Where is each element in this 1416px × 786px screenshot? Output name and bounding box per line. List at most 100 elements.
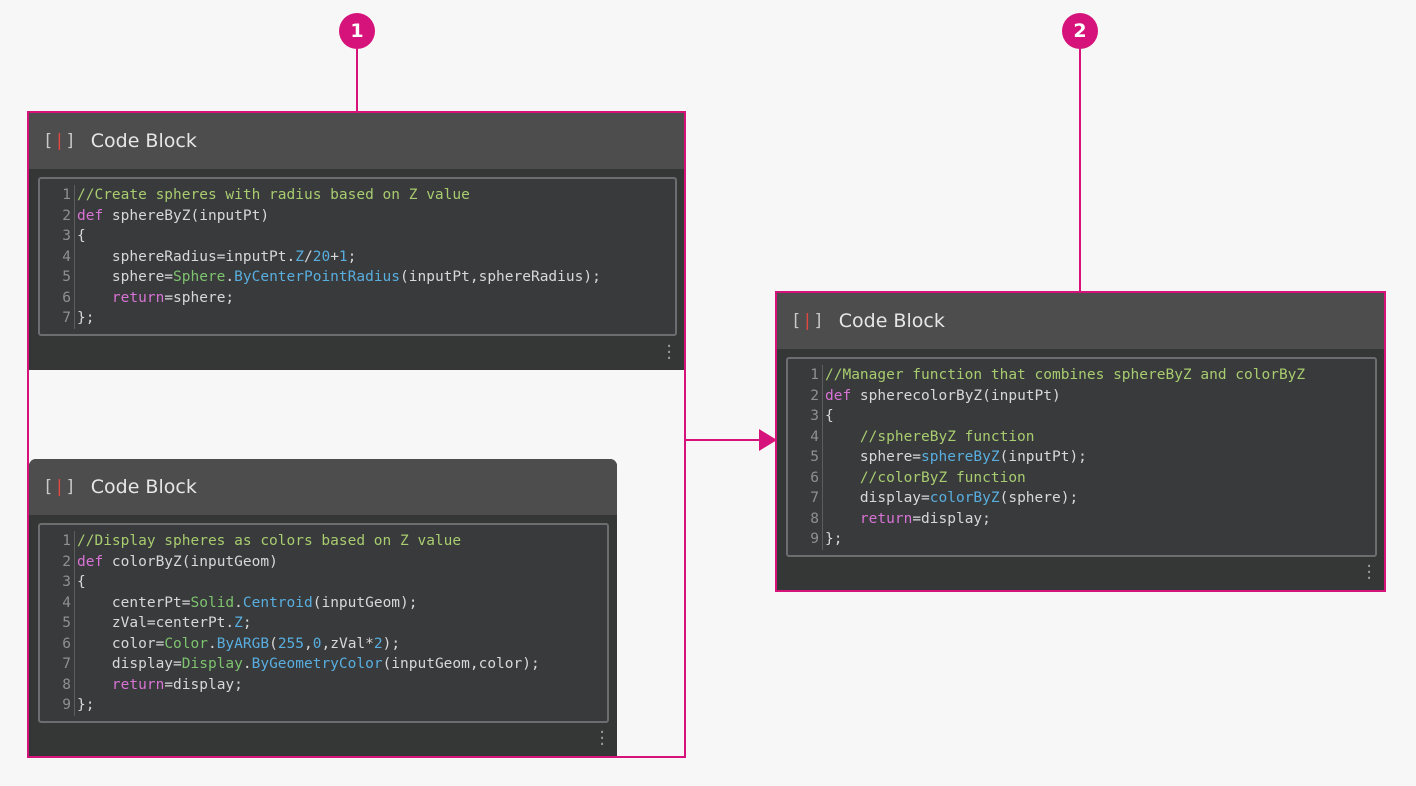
code-token-default: (inputPt); <box>999 449 1087 465</box>
line-number: 7 <box>810 490 819 506</box>
code-token-class: Color <box>164 635 208 652</box>
code-token-keyword: return <box>111 676 165 693</box>
code-line[interactable]: 9}; <box>40 695 607 716</box>
code-token-default: ,zVal* <box>321 635 374 652</box>
code-editor[interactable]: 1 //Display spheres as colors based on Z … <box>38 523 609 723</box>
gutter-divider <box>822 447 823 468</box>
code-token-number: 1 <box>338 248 348 265</box>
code-text: { <box>77 572 86 593</box>
code-text: }; <box>77 308 94 329</box>
gutter-divider <box>822 365 823 386</box>
code-block-bracket-icon: [|] <box>43 131 77 151</box>
code-line[interactable]: 7 display=Display.ByGeometryColor(inputG… <box>40 654 607 675</box>
code-token-number: 255 <box>277 635 305 652</box>
code-line[interactable]: 5 sphere=sphereByZ(inputPt); <box>788 447 1375 468</box>
code-token-method: Centroid <box>242 594 313 611</box>
code-line[interactable]: 8 return=display; <box>788 508 1375 529</box>
gutter-divider <box>74 531 75 552</box>
code-token-default: . <box>207 635 217 652</box>
code-token-default: { <box>77 228 86 244</box>
code-text: //Create spheres with radius based on Z … <box>77 185 470 206</box>
code-editor[interactable]: 1 //Create spheres with radius based on Z… <box>38 177 677 336</box>
code-line[interactable]: 6 return=sphere; <box>40 287 675 309</box>
node-header[interactable]: [|] Code Block <box>29 459 617 515</box>
callout-1-line <box>356 49 358 112</box>
line-number: 2 <box>62 207 71 224</box>
node-title: Code Block <box>90 130 197 152</box>
code-line[interactable]: 7 display=colorByZ(sphere); <box>788 488 1375 509</box>
code-token-method: ByCenterPointRadius <box>234 269 401 285</box>
code-token-method: sphereByZ <box>921 449 1000 465</box>
gutter-divider <box>74 572 75 593</box>
code-text: def spherecolorByZ(inputPt) <box>825 386 1061 407</box>
code-token-default: sphereByZ(inputPt) <box>103 207 270 224</box>
code-block-node-colorByZ[interactable]: [|] Code Block 1 //Display spheres as col… <box>29 459 617 756</box>
code-token-method: colorByZ <box>929 490 1000 506</box>
code-line[interactable]: 2 def spherecolorByZ(inputPt) <box>788 385 1375 407</box>
gutter-divider <box>74 185 75 206</box>
line-number: 9 <box>810 531 819 547</box>
code-token-default: display= <box>77 656 182 672</box>
code-token-default: / <box>303 248 313 265</box>
code-line[interactable]: 8 return=display; <box>40 674 607 695</box>
code-line[interactable]: 1 //Manager function that combines sphere… <box>788 365 1375 386</box>
code-line[interactable]: 4 centerPt=Solid.Centroid(inputGeom); <box>40 592 607 613</box>
code-line[interactable]: 9}; <box>788 529 1375 550</box>
vertical-dots-icon[interactable]: · · · <box>666 338 672 368</box>
code-line[interactable]: 5 sphere=Sphere.ByCenterPointRadius(inpu… <box>40 267 675 288</box>
code-token-default: (inputPt,sphereRadius); <box>400 269 601 285</box>
code-token-keyword: def <box>77 553 104 570</box>
callout-2: 2 <box>1062 13 1098 49</box>
code-line[interactable]: 3{ <box>40 572 607 593</box>
gutter-divider <box>74 287 75 308</box>
code-token-keyword: return <box>859 510 913 527</box>
code-line[interactable]: 5 zVal=centerPt.Z; <box>40 613 607 634</box>
code-line[interactable]: 2 def colorByZ(inputGeom) <box>40 551 607 572</box>
line-number: 8 <box>810 510 819 527</box>
gutter-divider <box>74 246 75 267</box>
gutter-divider <box>822 529 823 550</box>
code-text: return=sphere; <box>77 288 234 309</box>
line-number: 1 <box>62 187 71 203</box>
line-number: 7 <box>62 310 71 326</box>
code-line[interactable]: 3{ <box>40 226 675 247</box>
code-line[interactable]: 1 //Create spheres with radius based on Z… <box>40 185 675 206</box>
code-editor[interactable]: 1 //Manager function that combines sphere… <box>786 357 1377 557</box>
code-line[interactable]: 1 //Display spheres as colors based on Z … <box>40 531 607 552</box>
gutter-divider <box>74 633 75 654</box>
node-header[interactable]: [|] Code Block <box>29 113 684 169</box>
code-block-node-spherecolorByZ[interactable]: [|] Code Block 1 //Manager function that … <box>777 293 1384 590</box>
gutter-divider <box>822 426 823 447</box>
vertical-dots-icon[interactable]: · · · <box>1366 558 1372 588</box>
gutter-divider <box>74 205 75 226</box>
code-token-default: zVal=centerPt. <box>77 615 235 631</box>
code-token-default: spherecolorByZ(inputPt) <box>851 387 1061 404</box>
gutter-divider <box>74 613 75 634</box>
code-line[interactable]: 6 //colorByZ function <box>788 467 1375 488</box>
gutter-divider <box>74 592 75 613</box>
code-line[interactable]: 6 color=Color.ByARGB(255,0,zVal*2); <box>40 633 607 654</box>
code-token-default: , <box>304 635 313 652</box>
code-line[interactable]: 3{ <box>788 406 1375 427</box>
code-line[interactable]: 4 //sphereByZ function <box>788 426 1375 447</box>
gutter-divider <box>74 674 75 695</box>
line-number: 3 <box>62 228 71 244</box>
code-line[interactable]: 2 def sphereByZ(inputPt) <box>40 205 675 226</box>
line-number: 6 <box>810 469 819 486</box>
code-token-default: =sphere; <box>164 289 235 306</box>
line-number: 9 <box>62 697 71 713</box>
line-number: 6 <box>62 289 71 306</box>
vertical-dots-icon[interactable]: · · · <box>599 724 605 754</box>
code-token-default: =display; <box>164 676 243 693</box>
line-number: 4 <box>810 428 819 445</box>
line-number: 5 <box>62 269 71 285</box>
code-token-default <box>825 511 860 527</box>
code-token-comment: //sphereByZ function <box>859 428 1035 445</box>
gutter-divider <box>74 695 75 716</box>
line-number: 4 <box>62 594 71 611</box>
code-block-node-sphereByZ[interactable]: [|] Code Block 1 //Create spheres with ra… <box>29 113 684 370</box>
line-number: 2 <box>62 553 71 570</box>
code-line[interactable]: 7}; <box>40 308 675 329</box>
code-line[interactable]: 4 sphereRadius=inputPt.Z/20+1; <box>40 246 675 267</box>
node-header[interactable]: [|] Code Block <box>777 293 1384 349</box>
